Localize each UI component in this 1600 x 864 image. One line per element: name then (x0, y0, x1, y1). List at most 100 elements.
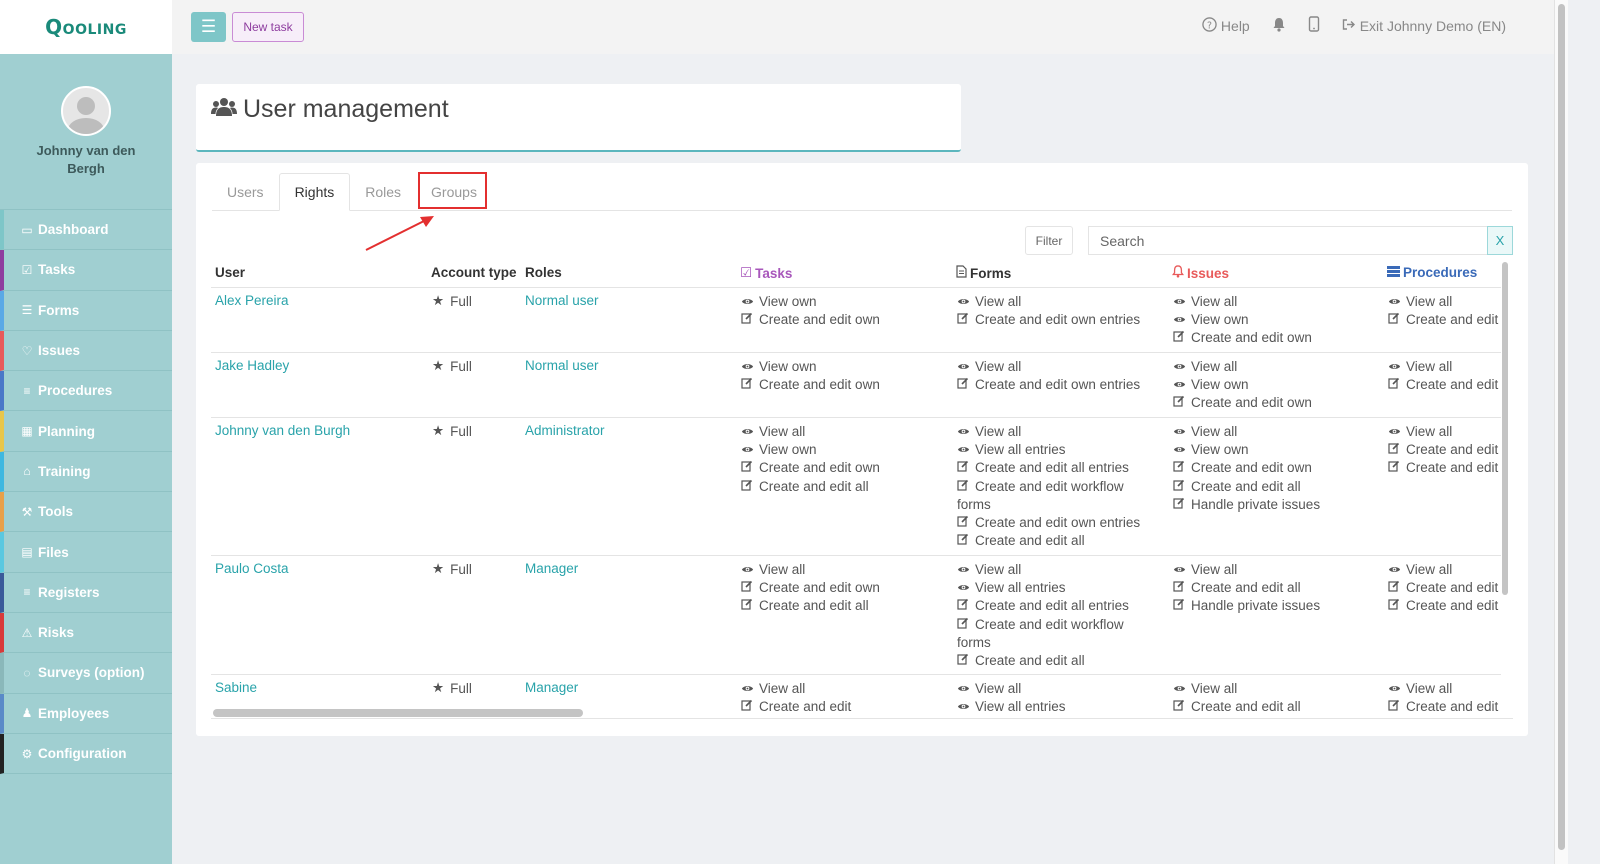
table-row: Paulo Costa ★ Full Manager View all Create an… (211, 556, 1501, 675)
rights-table: User Account type Roles ☑ Tasks Forms Is… (211, 262, 1513, 719)
permission-item: View all (1173, 358, 1312, 376)
sidebar-item-dashboard[interactable]: ▭ Dashboard (0, 210, 172, 251)
col-account-type[interactable]: Account type (431, 265, 517, 280)
menu-toggle-button[interactable]: ☰ (191, 12, 226, 42)
user-link[interactable]: Johnny van den Burgh (215, 423, 350, 438)
calendar-icon: ▦ (21, 424, 33, 439)
permission-label: Create and edit workflow forms (957, 616, 1124, 650)
table-row: Johnny van den Burgh ★ Full Administrator Vi… (211, 418, 1501, 556)
permission-label: View own (759, 442, 817, 458)
col-tasks[interactable]: ☑ Tasks (740, 265, 792, 281)
permission-label: Create and edit own (1191, 330, 1312, 346)
logo[interactable]: Qooling (45, 15, 127, 39)
permission-label: View own (759, 359, 817, 374)
new-task-button[interactable]: New task (232, 12, 304, 42)
edit-icon (1173, 459, 1191, 477)
star-icon: ★ (432, 358, 445, 373)
bell-icon (1172, 265, 1184, 281)
tab-rights[interactable]: Rights (278, 173, 351, 211)
col-forms[interactable]: Forms (956, 265, 1011, 281)
permission-label: View all (975, 681, 1022, 696)
permission-item: Create and edit own entries (957, 376, 1157, 394)
sidebar-item-label: Tools (38, 504, 73, 520)
role-link[interactable]: Manager (525, 680, 578, 695)
sidebar-item-configuration[interactable]: ⚙ Configuration (0, 733, 172, 775)
role-link[interactable]: Normal user (525, 293, 599, 308)
permissions-tasks: View own Create and edit own (741, 358, 880, 394)
profile-name: Johnny van den Bergh (36, 143, 136, 176)
permission-item: Create and edit own (1173, 329, 1312, 347)
col-issues[interactable]: Issues (1172, 265, 1229, 281)
groups-tab-highlight (418, 172, 487, 209)
eye-icon (957, 358, 975, 376)
sidebar-item-label: Forms (38, 302, 80, 318)
eye-icon (741, 358, 759, 376)
table-vertical-scrollbar[interactable] (1499, 260, 1509, 597)
role-link[interactable]: Administrator (525, 423, 605, 438)
permission-label: View own (759, 294, 817, 309)
sidebar-item-training[interactable]: ⌂ Training (0, 451, 172, 493)
avatar[interactable] (61, 86, 111, 136)
page-scrollbar[interactable] (1554, 0, 1568, 864)
logo-container[interactable]: Qooling (0, 0, 172, 54)
notifications-button[interactable] (1272, 17, 1286, 35)
edit-icon (741, 579, 759, 597)
permission-item: View all (1173, 561, 1320, 579)
annotation-arrow (365, 216, 434, 251)
mobile-button[interactable] (1308, 16, 1320, 35)
filter-button[interactable]: Filter (1025, 226, 1073, 255)
help-link[interactable]: ? Help (1202, 16, 1250, 35)
tab-users[interactable]: Users (212, 173, 279, 211)
permission-label: Create and edit own entries (975, 312, 1141, 328)
permission-item: View own (1173, 441, 1320, 459)
user-link[interactable]: Alex Pereira (215, 293, 289, 308)
wrench-icon: ⚒ (21, 504, 33, 519)
permission-item: View all (957, 423, 1157, 441)
permissions-issues: View all Create and edit all Handle privat… (1173, 561, 1320, 616)
permission-item: Create and edit all (957, 652, 1157, 670)
permission-label: Create and edit (1406, 442, 1499, 458)
question-circle-icon: ? (1202, 16, 1217, 35)
sidebar-item-registers[interactable]: ≡ Registers (0, 572, 172, 613)
permissions-issues: View all View own Create and edit own (1173, 293, 1312, 348)
permission-item: View own (741, 358, 880, 376)
tab-roles[interactable]: Roles (350, 173, 416, 211)
user-link[interactable]: Sabine (215, 680, 257, 695)
role-link[interactable]: Normal user (525, 358, 599, 373)
permission-item: Create and edit all (1173, 698, 1301, 716)
permission-item: Create and edit (1388, 311, 1501, 329)
sidebar-item-label: Training (38, 463, 91, 479)
permission-label: Create and edit (1406, 699, 1499, 715)
list-icon: ≡ (23, 383, 31, 398)
user-link[interactable]: Jake Hadley (215, 358, 289, 373)
sidebar-item-risks[interactable]: ⚠ Risks (0, 612, 172, 654)
table-horizontal-scrollbar[interactable] (213, 709, 583, 717)
col-user[interactable]: User (215, 265, 245, 280)
check-square-icon: ☑ (740, 265, 753, 280)
permission-label: View own (1191, 312, 1249, 328)
eye-icon (741, 680, 759, 698)
col-procedures[interactable]: Procedures (1387, 265, 1477, 280)
clear-search-button[interactable]: X (1487, 226, 1513, 255)
sidebar-item-procedures[interactable]: ≡ Procedures (0, 371, 172, 412)
permission-label: Create and edit own entries (975, 514, 1141, 530)
sidebar-item-files[interactable]: ▤ Files (0, 532, 172, 573)
permissions-forms: View all View all entries Create and edit … (957, 423, 1157, 550)
exit-link[interactable]: Exit Johnny Demo (EN) (1342, 18, 1506, 34)
sidebar-item-surveys-option[interactable]: ◌ Surveys (option) (0, 653, 172, 694)
sidebar-item-planning[interactable]: ▦ Planning (0, 411, 172, 452)
col-roles[interactable]: Roles (525, 265, 562, 280)
permission-label: Create and edit own entries (975, 377, 1141, 393)
sidebar-item-issues[interactable]: ♡ Issues (0, 330, 172, 372)
sidebar-item-tasks[interactable]: ☑ Tasks (0, 250, 172, 291)
sidebar-item-employees[interactable]: ♟ Employees (0, 693, 172, 734)
topbar: ☰ New task ? Help Exit Johnny Demo (EN) (172, 0, 1554, 54)
sidebar-item-forms[interactable]: ☰ Forms (0, 290, 172, 331)
permission-item: Create and edit (1388, 597, 1501, 615)
sidebar-item-tools[interactable]: ⚒ Tools (0, 492, 172, 533)
role-link[interactable]: Manager (525, 561, 578, 576)
permission-label: Create and edit own (759, 580, 880, 596)
search-input[interactable]: Search (1088, 226, 1487, 255)
eye-icon (1173, 311, 1191, 329)
user-link[interactable]: Paulo Costa (215, 561, 289, 576)
